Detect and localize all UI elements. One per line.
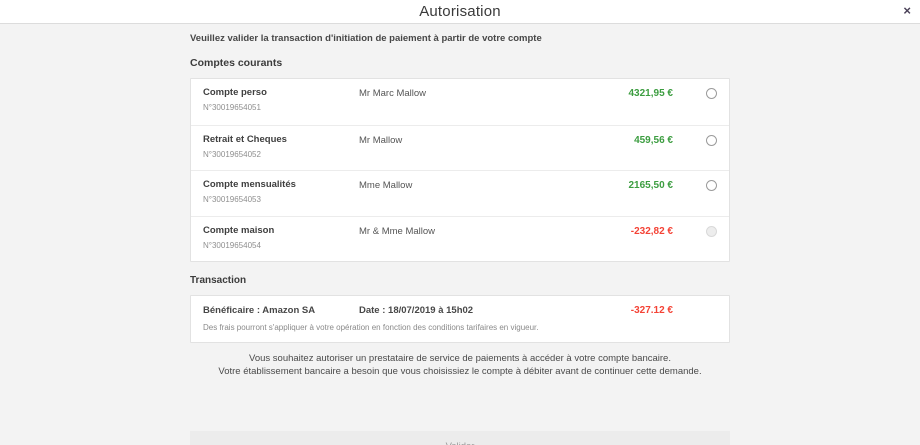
account-holder: Mr & Mme Mallow xyxy=(359,225,436,237)
transaction-beneficiary: Bénéficaire : Amazon SA xyxy=(203,305,316,316)
account-number: N°30019654053 xyxy=(203,195,261,204)
footer-note-line2: Votre établissement bancaire a besoin qu… xyxy=(218,365,702,377)
account-number: N°30019654052 xyxy=(203,149,261,159)
transaction-section-title: Transaction xyxy=(190,275,247,286)
account-holder: Mr Mallow xyxy=(359,134,403,146)
account-holder: Mme Mallow xyxy=(359,180,413,191)
account-balance: 4321,95 € xyxy=(628,88,674,99)
intro-text: Veuillez valider la transaction d'initia… xyxy=(190,33,542,44)
transaction-amount: -327.12 € xyxy=(630,305,673,316)
account-radio[interactable] xyxy=(706,180,717,191)
account-row-compte-perso[interactable]: Compte perso N°30019654051 Mr Marc Mallo… xyxy=(191,79,729,125)
transaction-card: Bénéficaire : Amazon SA Date : 18/07/201… xyxy=(190,295,730,343)
account-identity: Retrait et Cheques N°30019654052 xyxy=(203,134,359,159)
transaction-summary: Bénéficaire : Amazon SA Date : 18/07/201… xyxy=(203,305,717,316)
account-name: Compte perso xyxy=(203,87,267,98)
valider-button[interactable]: Valider xyxy=(190,431,730,445)
account-identity: Compte maison N°30019654054 xyxy=(203,225,359,250)
footer-note-line1: Vous souhaitez autoriser un prestataire … xyxy=(249,353,671,364)
modal-header: Autorisation × xyxy=(0,0,920,24)
transaction-fine-print: Des frais pourront s'appliquer à votre o… xyxy=(203,323,539,332)
account-balance: 459,56 € xyxy=(634,134,673,146)
account-radio[interactable] xyxy=(706,88,717,99)
account-holder: Mr Marc Mallow xyxy=(359,88,427,99)
account-row-compte-maison: Compte maison N°30019654054 Mr & Mme Mal… xyxy=(191,215,729,262)
account-number: N°30019654054 xyxy=(203,240,261,250)
accounts-section-title: Comptes courants xyxy=(190,57,283,69)
close-icon[interactable]: × xyxy=(903,4,911,17)
account-identity: Compte perso N°30019654051 xyxy=(203,87,359,112)
account-name: Retrait et Cheques xyxy=(203,133,287,145)
account-row-retrait-et-cheques[interactable]: Retrait et Cheques N°30019654052 Mr Mall… xyxy=(191,124,729,171)
account-balance: -232,82 € xyxy=(630,225,673,237)
account-radio[interactable] xyxy=(706,134,717,146)
account-number: N°30019654051 xyxy=(203,103,261,112)
accounts-list: Compte perso N°30019654051 Mr Marc Mallo… xyxy=(190,78,730,262)
footer-note: Vous souhaitez autoriser un prestataire … xyxy=(190,353,730,378)
account-row-compte-mensualites[interactable]: Compte mensualités N°30019654053 Mme Mal… xyxy=(191,170,729,216)
transaction-date: Date : 18/07/2019 à 15h02 xyxy=(359,305,474,316)
account-name: Compte maison xyxy=(203,224,275,236)
modal-content: Veuillez valider la transaction d'initia… xyxy=(190,33,730,378)
account-balance: 2165,50 € xyxy=(628,180,674,191)
account-identity: Compte mensualités N°30019654053 xyxy=(203,179,359,204)
account-name: Compte mensualités xyxy=(203,179,296,190)
account-radio-disabled xyxy=(706,225,717,237)
page-title: Autorisation xyxy=(419,3,501,20)
